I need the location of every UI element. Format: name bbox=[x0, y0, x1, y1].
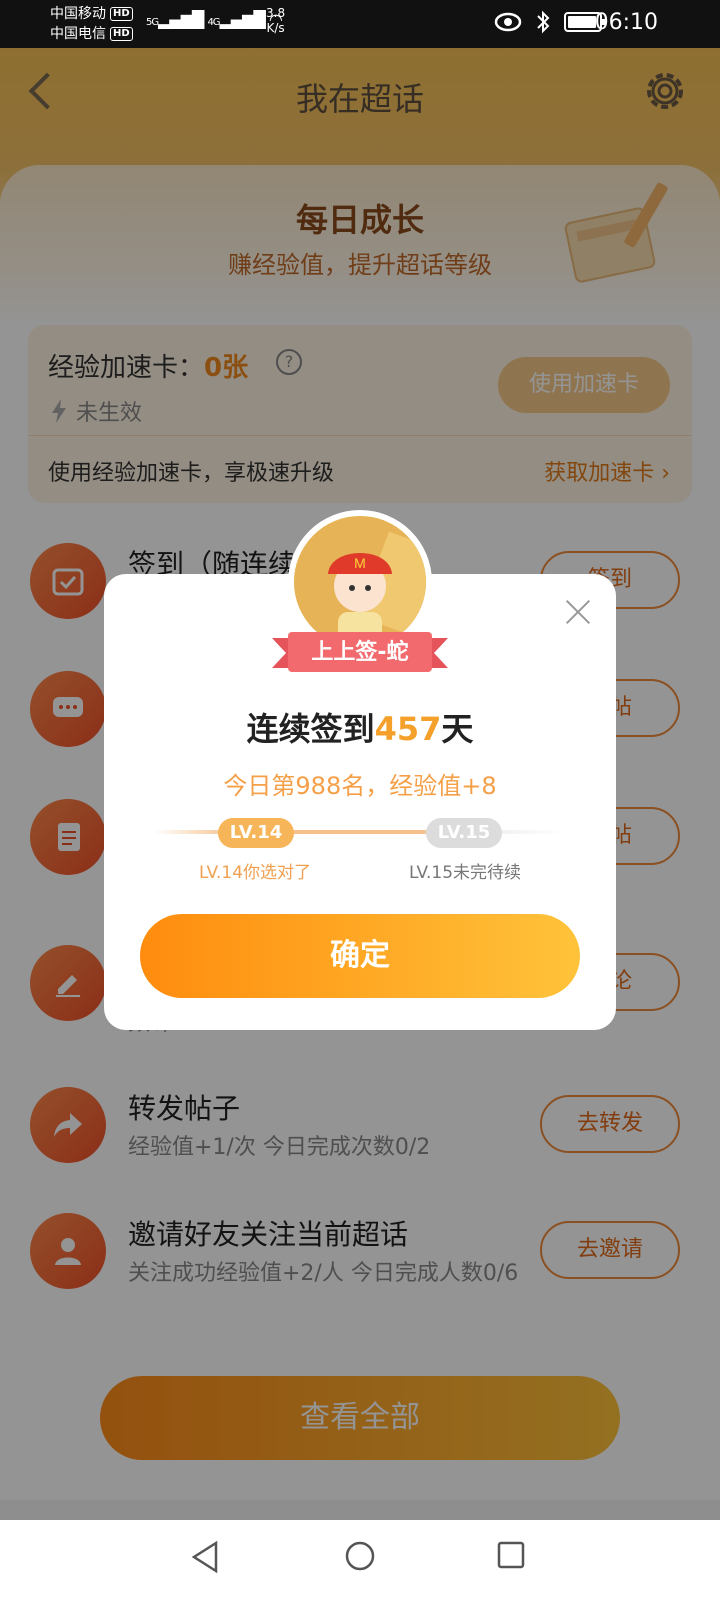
carrier-1: 中国移动 bbox=[50, 6, 106, 22]
streak-text: 连续签到457天 bbox=[104, 704, 616, 750]
carrier-2: 中国电信 bbox=[50, 26, 106, 42]
next-level-note: LV.15未完待续 bbox=[408, 863, 522, 883]
signal-5g-label: 5G bbox=[146, 17, 159, 28]
signal-bars-icon: ▂▄▆█ bbox=[219, 10, 266, 29]
status-bar: 中国移动 HD 中国电信 HD 5G▂▄▆█ 4G▂▄▆█ ◠ 3.8 K/s 06… bbox=[0, 0, 720, 48]
level-progress-bar bbox=[154, 830, 566, 834]
system-nav-bar bbox=[0, 1520, 720, 1600]
confirm-button[interactable]: 确定 bbox=[140, 914, 580, 998]
next-level-badge: LV.15 bbox=[426, 818, 502, 848]
network-speed: 3.8 K/s bbox=[266, 6, 285, 36]
bluetooth-icon bbox=[537, 10, 550, 34]
eye-icon bbox=[494, 12, 522, 32]
nav-home-icon[interactable] bbox=[344, 1540, 376, 1572]
streak-suffix: 天 bbox=[441, 710, 474, 748]
nav-recent-apps-icon[interactable] bbox=[496, 1540, 526, 1570]
badge-text: 上上签-蛇 bbox=[311, 640, 409, 665]
current-level-badge: LV.14 bbox=[218, 818, 294, 848]
streak-prefix: 连续签到 bbox=[246, 710, 375, 748]
nav-back-icon[interactable] bbox=[190, 1540, 220, 1574]
signal-icons: 5G▂▄▆█ 4G▂▄▆█ ◠ bbox=[146, 10, 283, 29]
streak-days: 457 bbox=[374, 710, 442, 748]
signal-bars-icon: ▂▄▆█ bbox=[158, 10, 204, 29]
speed-unit: K/s bbox=[266, 21, 285, 35]
svg-text:M: M bbox=[354, 555, 366, 571]
current-level-note: LV.14你选对了 bbox=[198, 863, 312, 883]
close-icon[interactable] bbox=[558, 592, 598, 632]
status-icons bbox=[494, 10, 605, 34]
signal-4g-label: 4G bbox=[207, 17, 220, 28]
rank-text: 今日第988名，经验值+8 bbox=[223, 772, 497, 800]
carrier-info: 中国移动 HD 中国电信 HD bbox=[50, 4, 133, 44]
hd-badge: HD bbox=[110, 7, 133, 21]
hd-badge: HD bbox=[110, 27, 133, 41]
avatar-image: M bbox=[294, 516, 426, 648]
clock: 06:10 bbox=[594, 10, 658, 35]
speed-value: 3.8 bbox=[266, 6, 286, 20]
